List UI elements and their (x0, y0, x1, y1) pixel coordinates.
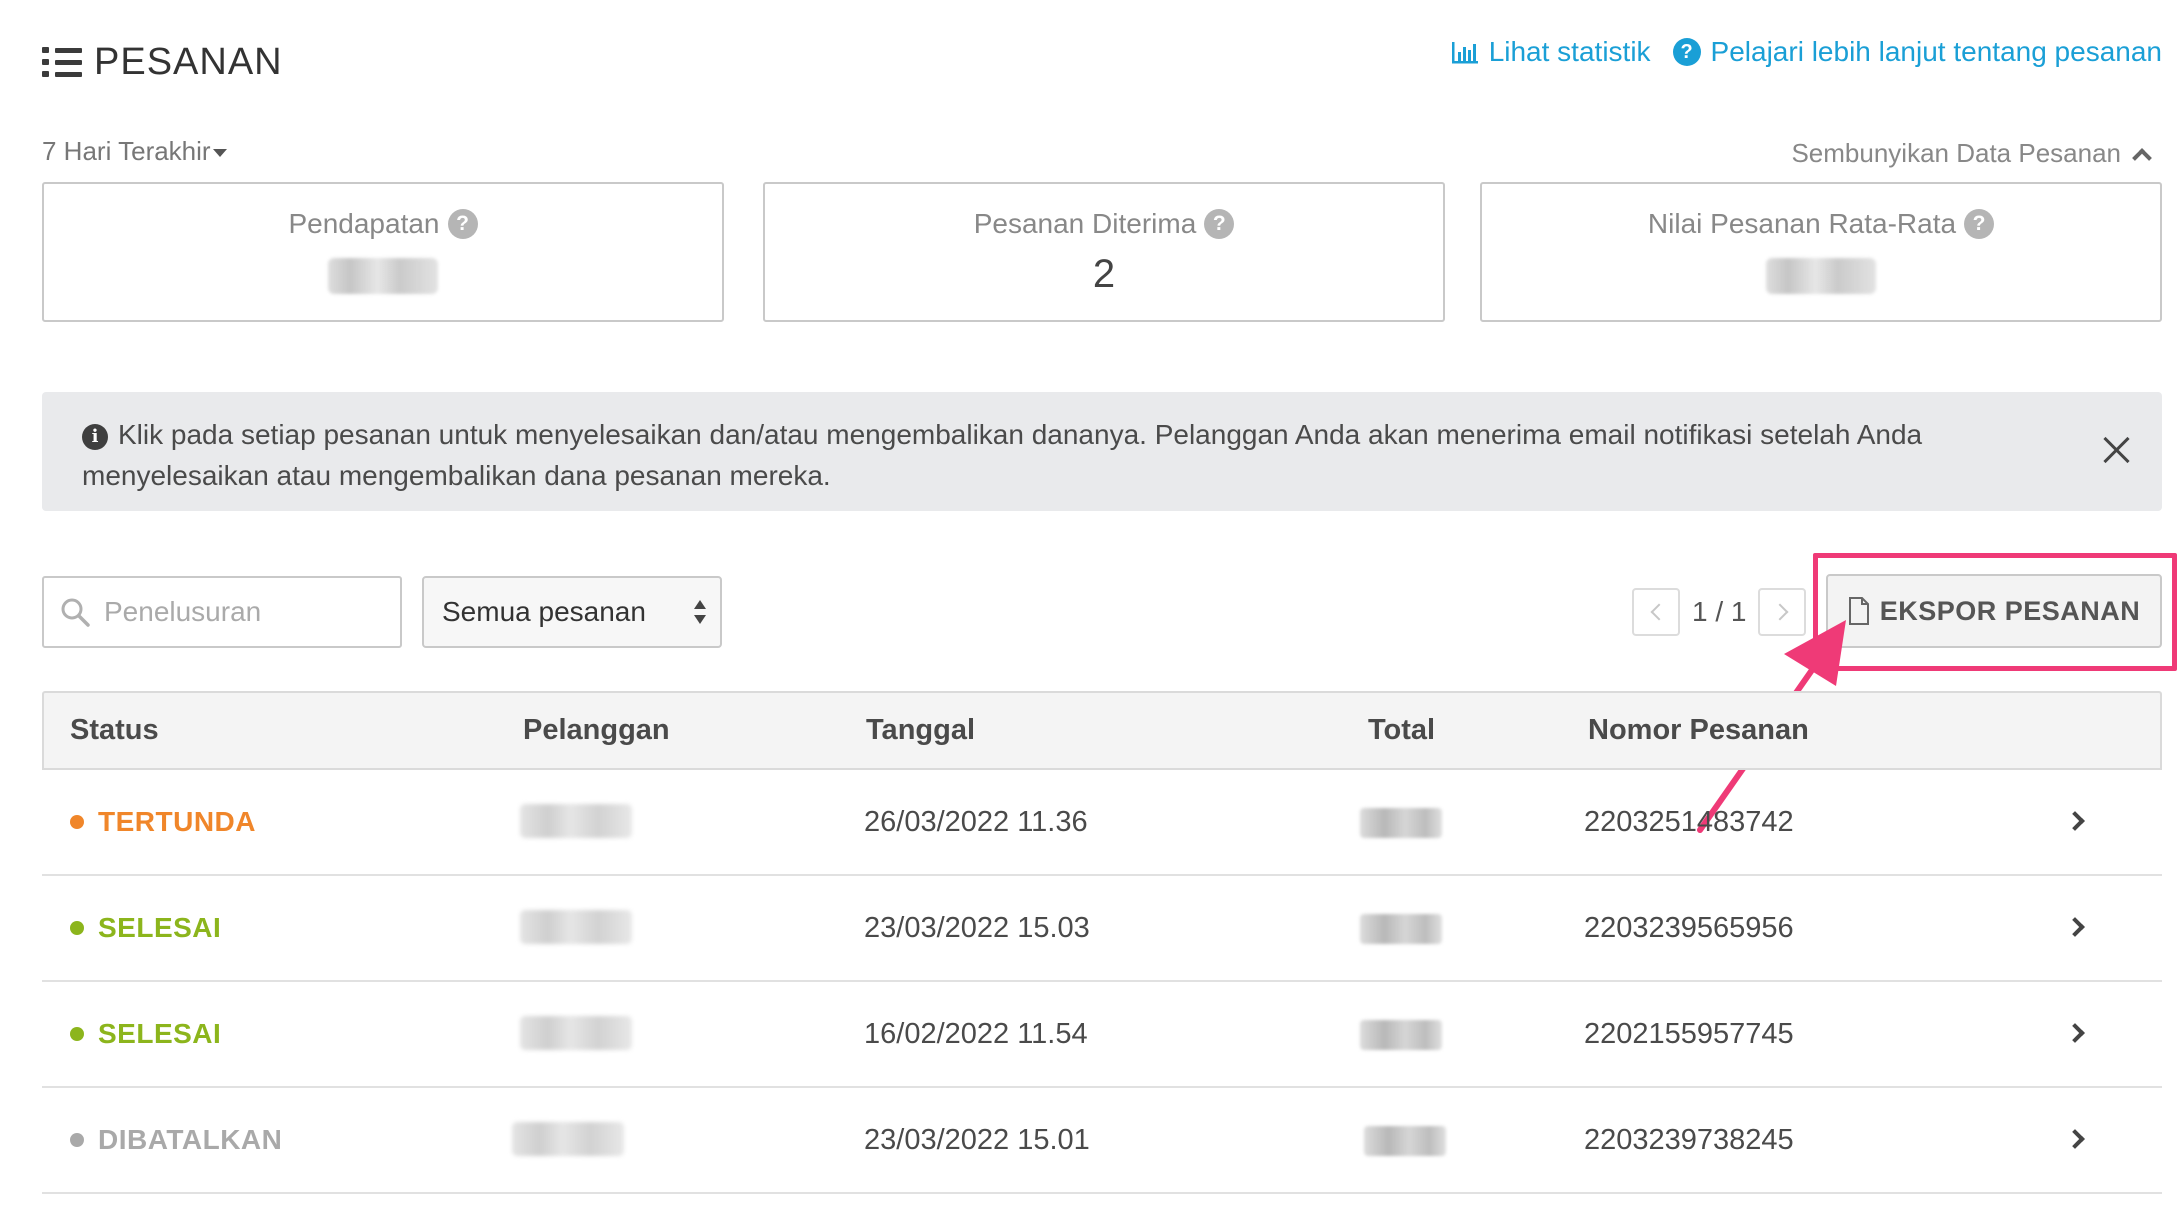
date-range-label: 7 Hari Terakhir (42, 136, 211, 166)
caret-down-icon (212, 148, 227, 157)
status-dot (70, 1027, 84, 1041)
orders-table: Status Pelanggan Tanggal Total Nomor Pes… (42, 691, 2162, 1194)
search-input[interactable] (104, 596, 384, 628)
help-icon[interactable]: ? (447, 209, 478, 239)
info-message: Klik pada setiap pesanan untuk menyelesa… (82, 419, 1923, 491)
date-cell: 23/03/2022 15.03 (864, 912, 1090, 944)
view-stats-label: Lihat statistik (1488, 36, 1651, 67)
table-row[interactable]: TERTUNDA 26/03/2022 11.36 2203251483742 (42, 770, 2162, 876)
pagination: 1 / 1 (1632, 588, 1807, 636)
total-redacted (1360, 808, 1442, 838)
status-cell: SELESAI (70, 982, 221, 1086)
chevron-right-icon[interactable] (2065, 1129, 2085, 1149)
info-banner: i Klik pada setiap pesanan untuk menyeles… (42, 392, 2162, 511)
top-links: Lihat statistik ? Pelajari lebih lanjut … (1451, 36, 2162, 68)
date-cell: 23/03/2022 15.01 (864, 1124, 1090, 1156)
revenue-label: Pendapatan (288, 208, 440, 239)
select-arrows-icon (694, 600, 706, 624)
help-icon[interactable]: ? (1964, 209, 1995, 239)
revenue-value-redacted (328, 258, 438, 294)
status-label: SELESAI (98, 912, 222, 943)
status-cell: SELESAI (70, 876, 221, 980)
orders-received-card: Pesanan Diterima ? 2 (763, 182, 1445, 322)
info-icon: i (82, 423, 108, 450)
column-customer[interactable]: Pelanggan (523, 693, 670, 768)
document-icon (1848, 597, 1869, 625)
status-label: TERTUNDA (98, 806, 256, 837)
hide-order-data-label: Sembunyikan Data Pesanan (1791, 138, 2121, 168)
average-order-value-card: Nilai Pesanan Rata-Rata ? (1480, 182, 2162, 322)
order-number-cell: 2203251483742 (1584, 806, 1794, 838)
average-order-value-redacted (1766, 258, 1876, 294)
order-filter-select[interactable]: Semua pesanan (422, 576, 722, 648)
chevron-up-icon (2132, 147, 2152, 168)
column-date[interactable]: Tanggal (866, 693, 975, 768)
date-cell: 26/03/2022 11.36 (864, 806, 1088, 838)
status-label: DIBATALKAN (98, 1124, 283, 1155)
column-status[interactable]: Status (70, 693, 159, 768)
search-icon (61, 598, 90, 627)
date-range-dropdown[interactable]: 7 Hari Terakhir (42, 136, 227, 167)
column-order-number[interactable]: Nomor Pesanan (1588, 693, 1809, 768)
customer-redacted (512, 1122, 624, 1156)
page-indicator: 1 / 1 (1692, 596, 1747, 627)
revenue-card: Pendapatan ? (42, 182, 724, 322)
date-cell: 16/02/2022 11.54 (864, 1018, 1088, 1050)
chevron-left-icon (1650, 603, 1667, 621)
total-redacted (1360, 914, 1442, 944)
hide-order-data-toggle[interactable]: Sembunyikan Data Pesanan (1791, 138, 2152, 169)
total-redacted (1364, 1126, 1446, 1156)
status-label: SELESAI (98, 1018, 222, 1049)
export-orders-label: EKSPOR PESANAN (1879, 595, 2141, 626)
status-dot (70, 1133, 84, 1147)
view-stats-link[interactable]: Lihat statistik (1451, 36, 1651, 68)
average-order-value-label: Nilai Pesanan Rata-Rata (1647, 208, 1957, 239)
table-header: Status Pelanggan Tanggal Total Nomor Pes… (42, 691, 2162, 770)
orders-received-value: 2 (1092, 252, 1116, 296)
column-total[interactable]: Total (1368, 693, 1435, 768)
revenue-label-row: Pendapatan ? (288, 208, 478, 240)
export-orders-button[interactable]: EKSPOR PESANAN (1826, 574, 2162, 648)
bar-chart-icon (1451, 42, 1478, 64)
customer-redacted (520, 910, 632, 944)
order-number-cell: 2203239565956 (1584, 912, 1794, 944)
status-dot (70, 815, 84, 829)
page-header: PESANAN (42, 38, 283, 86)
order-number-cell: 2203239738245 (1584, 1124, 1794, 1156)
status-cell: TERTUNDA (70, 770, 256, 874)
orders-received-label-row: Pesanan Diterima ? (974, 208, 1235, 240)
list-icon (42, 47, 82, 77)
help-icon: ? (1672, 38, 1701, 66)
next-page-button[interactable] (1758, 588, 1807, 636)
prev-page-button[interactable] (1632, 588, 1680, 636)
order-number-cell: 2202155957745 (1584, 1018, 1794, 1050)
chevron-right-icon[interactable] (2065, 811, 2085, 831)
table-row[interactable]: DIBATALKAN 23/03/2022 15.01 220323973824… (42, 1088, 2162, 1194)
chevron-right-icon[interactable] (2065, 917, 2085, 937)
average-order-value-label-row: Nilai Pesanan Rata-Rata ? (1647, 208, 1995, 240)
close-icon[interactable] (2102, 436, 2130, 464)
page-title: PESANAN (94, 40, 283, 83)
help-icon[interactable]: ? (1204, 209, 1235, 239)
order-filter-value: Semua pesanan (442, 596, 646, 627)
customer-redacted (520, 1016, 632, 1050)
learn-more-link[interactable]: ? Pelajari lebih lanjut tentang pesanan (1672, 36, 2162, 68)
chevron-right-icon[interactable] (2065, 1023, 2085, 1043)
table-row[interactable]: SELESAI 23/03/2022 15.03 2203239565956 (42, 876, 2162, 982)
search-field[interactable] (42, 576, 402, 648)
table-row[interactable]: SELESAI 16/02/2022 11.54 2202155957745 (42, 982, 2162, 1088)
customer-redacted (520, 804, 632, 838)
orders-received-label: Pesanan Diterima (973, 208, 1197, 239)
learn-more-label: Pelajari lebih lanjut tentang pesanan (1710, 36, 2162, 67)
status-dot (70, 921, 84, 935)
total-redacted (1360, 1020, 1442, 1050)
status-cell: DIBATALKAN (70, 1088, 282, 1192)
chevron-right-icon (1771, 603, 1789, 621)
